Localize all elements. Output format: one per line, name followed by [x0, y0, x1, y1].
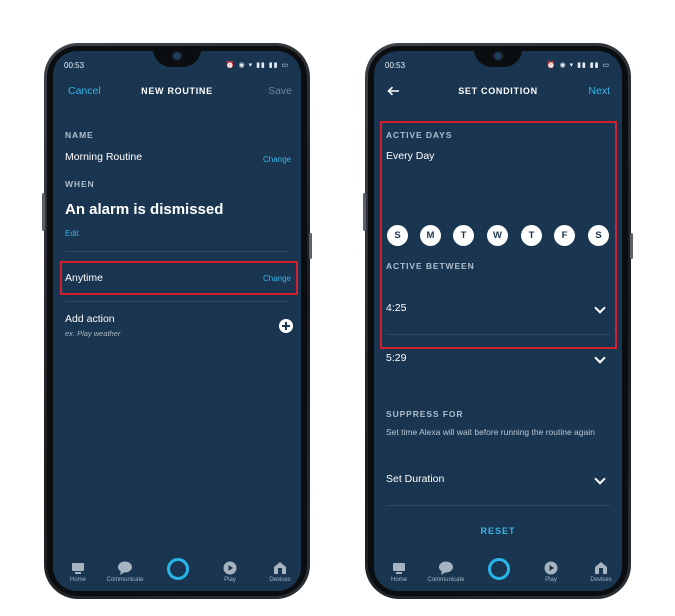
phone-right: 00:53 ⏰ ◉ ▾ ▮▮ ▮▮ ▭ SET CONDITION Next A… — [363, 43, 633, 599]
status-icons: ⏰ ◉ ▾ ▮▮ ▮▮ ▭ — [546, 62, 610, 69]
bottom-tab-bar: Home Communicate Play Devices — [374, 551, 622, 591]
tab-home-label: Home — [390, 577, 407, 583]
tab-devices[interactable]: Devices — [258, 561, 301, 583]
end-time-select[interactable]: 5:29 — [386, 352, 406, 364]
home-icon — [72, 563, 84, 574]
tab-play[interactable]: Play — [208, 561, 252, 583]
suppress-for-label: SUPPRESS FOR — [386, 409, 464, 419]
screen-set-condition: 00:53 ⏰ ◉ ▾ ▮▮ ▮▮ ▭ SET CONDITION Next A… — [374, 51, 622, 591]
chat-bubble-icon — [439, 561, 453, 575]
name-label: NAME — [65, 130, 94, 140]
top-nav: SET CONDITION Next — [374, 79, 622, 103]
screen-new-routine: 00:53 ⏰ ◉ ▾ ▮▮ ▮▮ ▭ Cancel NEW ROUTINE S… — [53, 51, 301, 591]
tab-communicate-label: Communicate — [427, 577, 465, 583]
set-duration-select[interactable]: Set Duration — [386, 473, 444, 485]
volume-button — [363, 193, 366, 231]
status-icons: ⏰ ◉ ▾ ▮▮ ▮▮ ▭ — [225, 62, 289, 69]
divider — [65, 301, 289, 302]
phone-left: 00:53 ⏰ ◉ ▾ ▮▮ ▮▮ ▭ Cancel NEW ROUTINE S… — [42, 43, 312, 599]
tab-play[interactable]: Play — [529, 561, 573, 583]
tab-devices-label: Devices — [590, 577, 612, 583]
add-action-label[interactable]: Add action — [65, 313, 115, 325]
add-action-plus-icon[interactable] — [279, 319, 293, 333]
divider — [65, 251, 289, 252]
home-icon — [393, 563, 405, 574]
devices-house-icon — [274, 562, 286, 574]
alexa-ring-icon[interactable] — [167, 558, 189, 580]
bottom-tab-bar: Home Communicate Play Devices — [53, 551, 301, 591]
change-name-link[interactable]: Change — [263, 155, 291, 164]
trigger-text: An alarm is dismissed — [65, 201, 224, 218]
reset-button[interactable]: RESET — [374, 526, 622, 536]
tab-communicate-label: Communicate — [106, 577, 144, 583]
routine-name: Morning Routine — [65, 151, 143, 163]
top-nav: Cancel NEW ROUTINE Save — [53, 79, 301, 103]
chevron-down-icon[interactable] — [594, 473, 606, 485]
highlight-box — [60, 261, 298, 295]
devices-house-icon — [595, 562, 607, 574]
tab-devices-label: Devices — [269, 577, 291, 583]
chevron-down-icon[interactable] — [594, 352, 606, 364]
add-action-hint: ex. Play weather — [65, 329, 121, 338]
status-time: 00:53 — [64, 61, 85, 70]
tab-devices[interactable]: Devices — [579, 561, 622, 583]
play-icon — [223, 561, 237, 575]
chat-bubble-icon — [118, 561, 132, 575]
edit-trigger-link[interactable]: Edit — [65, 229, 79, 238]
tab-communicate[interactable]: Communicate — [424, 561, 468, 583]
tab-home-label: Home — [69, 577, 86, 583]
status-time: 00:53 — [385, 61, 406, 70]
next-button[interactable]: Next — [588, 85, 610, 97]
tab-home[interactable]: Home — [56, 562, 100, 583]
highlight-box — [380, 121, 617, 349]
tab-home[interactable]: Home — [377, 562, 421, 583]
page-title: SET CONDITION — [458, 86, 538, 96]
when-label: WHEN — [65, 179, 95, 189]
alexa-ring-icon[interactable] — [488, 558, 510, 580]
play-icon — [544, 561, 558, 575]
power-button — [309, 233, 312, 259]
save-button[interactable]: Save — [268, 85, 292, 97]
tab-play-label: Play — [224, 577, 236, 583]
suppress-description: Set time Alexa will wait before running … — [386, 427, 595, 437]
divider — [386, 505, 610, 506]
volume-button — [42, 193, 45, 231]
tab-communicate[interactable]: Communicate — [103, 561, 147, 583]
page-title: NEW ROUTINE — [141, 86, 213, 96]
tab-play-label: Play — [545, 577, 557, 583]
power-button — [630, 233, 633, 259]
